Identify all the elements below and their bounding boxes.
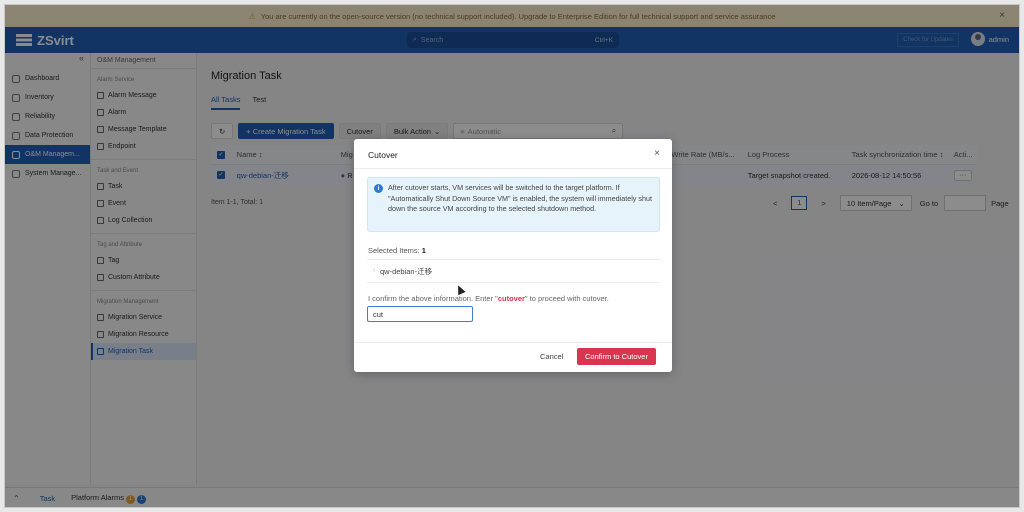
confirm-cutover-button[interactable]: Confirm to Cutover [577,348,656,365]
divider [354,342,672,343]
alert-text: After cutover starts, VM services will b… [388,183,652,213]
confirm-instruction: I confirm the above information. Enter "… [368,294,609,303]
cancel-button[interactable]: Cancel [540,352,563,361]
app-window: ⚠ You are currently on the open-source v… [4,4,1020,508]
selected-item-name: qw-debian-迁移 [380,266,433,276]
selected-items-list: › qw-debian-迁移 [367,259,660,283]
info-icon: i [374,184,383,193]
divider [354,168,672,169]
chevron-right-icon[interactable]: › [373,268,375,274]
selected-count: 1 [421,246,426,255]
selected-items-label: Selected Items: 1 [368,246,426,255]
confirm-prefix: I confirm the above information. Enter " [368,294,498,303]
close-icon[interactable]: × [654,148,660,159]
cutover-confirm-input[interactable] [367,306,473,322]
confirm-suffix: " to proceed with cutover. [524,294,609,303]
info-alert: i After cutover starts, VM services will… [367,177,660,232]
dialog-title: Cutover [368,150,398,160]
confirm-keyword: cutover [497,294,525,303]
cutover-dialog: Cutover × i After cutover starts, VM ser… [354,139,672,372]
selected-label-text: Selected Items: [368,246,420,255]
